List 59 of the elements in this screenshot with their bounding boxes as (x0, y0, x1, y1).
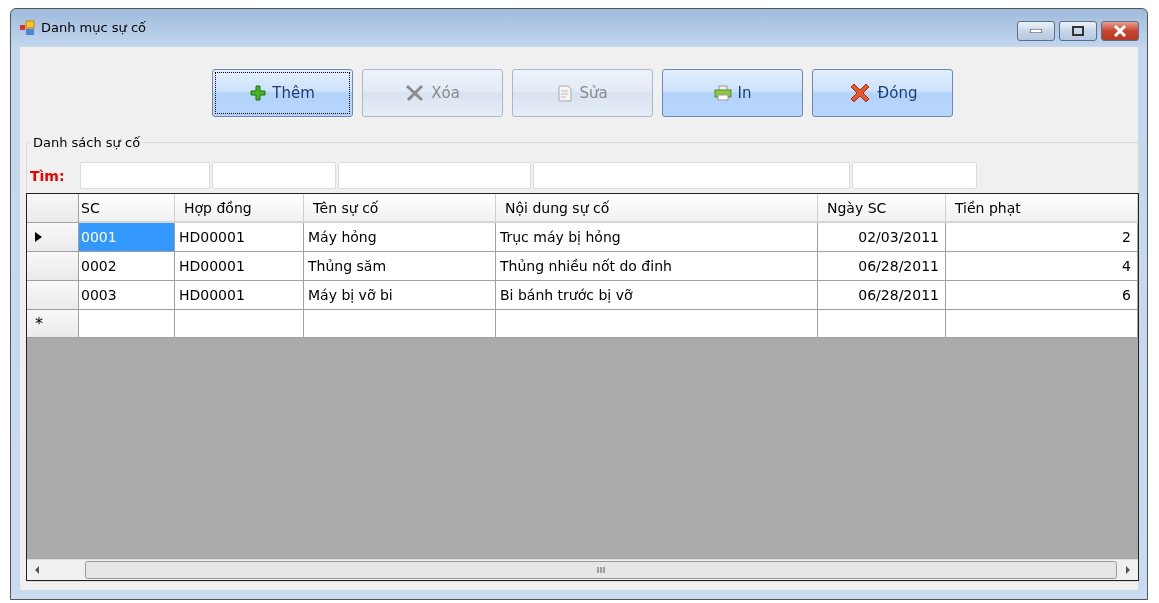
table-cell[interactable]: Trục máy bị hỏng (496, 223, 818, 252)
close-icon (1113, 25, 1127, 37)
maximize-button[interactable] (1059, 21, 1097, 41)
scroll-right-icon (1126, 566, 1130, 574)
print-button[interactable]: In (662, 69, 803, 117)
close-button[interactable] (1101, 21, 1139, 41)
table-cell[interactable]: Thủng săm (304, 252, 496, 281)
minimize-button[interactable] (1017, 21, 1055, 41)
table-cell[interactable] (946, 310, 1138, 338)
table-cell[interactable]: 02/03/2011 (818, 223, 946, 252)
window-title: Danh mục sự cố (41, 20, 147, 35)
table-cell[interactable]: Máy hỏng (304, 223, 496, 252)
table-cell[interactable] (304, 310, 496, 338)
table-cell[interactable]: HD00001 (175, 223, 304, 252)
table-cell[interactable] (496, 310, 818, 338)
search-label: Tìm: (30, 167, 66, 184)
table-cell[interactable] (175, 310, 304, 338)
close-icon (405, 84, 426, 102)
table-cell[interactable]: HD00001 (175, 281, 304, 310)
table-cell[interactable]: Thủng nhiều nốt do đinh (496, 252, 818, 281)
table-cell[interactable]: Bi bánh trước bị vỡ (496, 281, 818, 310)
column-header[interactable]: Nội dung sự cố (496, 194, 818, 223)
scroll-thumb[interactable] (85, 561, 1117, 579)
table-cell[interactable]: Máy bị vỡ bi (304, 281, 496, 310)
maximize-icon (1072, 26, 1084, 36)
search-field[interactable] (533, 162, 850, 189)
column-header[interactable]: Ngày SC (818, 194, 946, 223)
add-button[interactable]: Thêm (212, 69, 353, 117)
plus-icon (250, 85, 267, 101)
column-header[interactable]: SC (79, 194, 175, 223)
table-cell[interactable] (79, 310, 175, 338)
document-icon (557, 84, 574, 102)
minimize-icon (1030, 29, 1042, 33)
app-icon (19, 19, 35, 36)
search-field[interactable] (852, 162, 977, 189)
row-header[interactable] (27, 223, 79, 252)
table-cell[interactable]: 4 (946, 252, 1138, 281)
horizontal-scrollbar[interactable] (27, 559, 1138, 580)
table-cell[interactable]: 0003 (79, 281, 175, 310)
table-cell[interactable]: 2 (946, 223, 1138, 252)
printer-icon (713, 85, 732, 101)
table-cell[interactable]: 06/28/2011 (818, 281, 946, 310)
scroll-left-icon (35, 566, 39, 574)
new-row-header[interactable]: * (27, 310, 79, 338)
column-header[interactable]: Tiền phạt (946, 194, 1138, 223)
table-cell[interactable]: 06/28/2011 (818, 252, 946, 281)
new-row-marker: * (35, 314, 43, 333)
close-button[interactable]: Đóng (812, 69, 953, 117)
table-cell[interactable]: 0002 (79, 252, 175, 281)
current-row-icon (35, 232, 42, 242)
table-cell[interactable] (818, 310, 946, 338)
column-header[interactable]: Hợp đồng (175, 194, 304, 223)
search-field[interactable] (80, 162, 210, 189)
table-cell[interactable]: 6 (946, 281, 1138, 310)
table-cell[interactable]: HD00001 (175, 252, 304, 281)
column-header[interactable]: Tên sự cố (304, 194, 496, 223)
search-field[interactable] (212, 162, 336, 189)
search-field[interactable] (338, 162, 531, 189)
group-title: Danh sách sự cố (32, 135, 142, 150)
